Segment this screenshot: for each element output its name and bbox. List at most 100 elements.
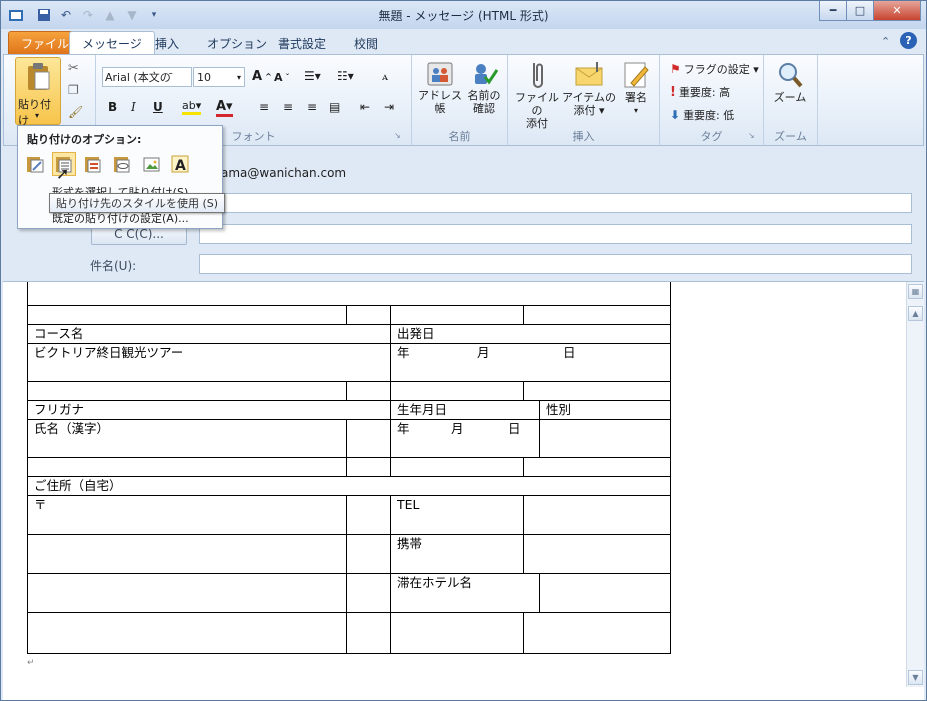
attach-item-button[interactable]: アイテムの 添付 ▾ [562,59,616,117]
numbering-icon[interactable]: ☷▾ [337,69,354,83]
clipboard-icon [24,62,52,92]
merge-formatting-icon[interactable] [81,152,105,176]
align-left-icon[interactable]: ≡ [259,100,269,114]
table-cell [523,534,671,574]
italic-icon[interactable]: I [131,100,136,114]
collapse-ribbon-icon[interactable]: ⌃ [881,35,890,48]
justify-icon[interactable]: ▤ [329,100,340,114]
paste-link-icon[interactable] [110,152,134,176]
course-name-cell: コース名 [27,324,391,344]
copy-icon[interactable]: ❐ [68,83,79,97]
svg-text:A: A [175,158,186,174]
table-cell [27,573,347,613]
insert-group-label: 挿入 [572,130,595,143]
cut-icon[interactable]: ✂ [68,61,79,76]
title-bar: ↶ ↷ ▲ ▼ ▾ 無題 - メッセージ (HTML 形式) ━ □ ✕ [1,1,926,29]
table-cell [523,305,671,325]
bullets-icon[interactable]: ☰▾ [304,69,321,83]
font-size-select[interactable]: 10 ▾ [193,67,245,87]
birthdate-value-cell: 年 月 日 [390,419,540,458]
bold-icon[interactable]: B [108,100,117,114]
align-right-icon[interactable]: ≡ [307,100,317,114]
check-names-label-2: 確認 [473,102,495,115]
keep-text-only-icon[interactable]: A [168,152,192,176]
increase-indent-icon[interactable]: ⇥ [384,100,394,114]
tags-dialog-launcher-icon[interactable]: ↘ [748,131,755,140]
tab-insert[interactable]: 挿入 [143,31,191,55]
message-body[interactable]: ▦ ▲ ▼ コース名 出発日 ビクトリア終日観光ツアー 年 月 日 フリガナ 生… [3,281,924,700]
help-icon[interactable]: ? [900,32,917,49]
scroll-down-button[interactable]: ▼ [908,670,923,685]
signature-icon [621,59,651,91]
font-dialog-launcher-icon[interactable]: ↘ [394,131,401,140]
table-cell [346,573,391,613]
close-button[interactable]: ✕ [873,1,921,21]
signature-button[interactable]: 署名 ▾ [618,59,654,117]
attach-file-button[interactable]: ファイルの 添付 [512,59,562,130]
paste-options-popup: 貼り付けのオプション: A 形式を選択して貼り付け(S)... 既定の貼り付けの… [17,125,223,229]
table-row [27,282,671,306]
paste-button[interactable]: 貼り付け ▾ [15,57,61,127]
check-names-label-1: 名前の [467,89,501,102]
highlight-icon[interactable]: ab▾ [182,99,202,115]
table-cell [27,457,347,477]
mobile-label: 携帯 [397,536,423,551]
importance-high-button[interactable]: ! 重要度: 高 [670,84,730,100]
importance-low-label: 重要度: 低 [683,109,735,122]
dep-year-text: 年 [397,345,410,360]
subject-label: 件名(U): [90,259,137,273]
importance-low-button[interactable]: ⬇ 重要度: 低 [670,107,734,123]
tab-message[interactable]: メッセージ [69,31,155,55]
tooltip: 貼り付け先のスタイルを使用 (S) [49,193,226,213]
zoom-label: ズーム [773,91,807,104]
course-name-label: コース名 [34,326,84,341]
name-kanji-cell: 氏名（漢字） [27,419,347,458]
shrink-font-icon[interactable]: Aˇ [274,71,290,84]
align-center-icon[interactable]: ≡ [283,100,293,114]
table-cell [523,457,671,477]
clear-format-icon[interactable]: ꭺ [382,69,388,84]
table-cell [346,381,391,401]
birth-year-text: 年 [397,421,410,436]
tab-format[interactable]: 書式設定 [266,31,338,55]
minimize-button[interactable]: ━ [819,1,847,21]
dep-month-text: 月 [477,345,490,360]
birth-month-text: 月 [451,421,464,436]
chevron-down-icon: ▾ [633,106,638,115]
window-title: 無題 - メッセージ (HTML 形式) [378,9,549,23]
address-book-icon [425,59,455,89]
decrease-indent-icon[interactable]: ⇤ [360,100,370,114]
paste-picture-icon[interactable] [139,152,163,176]
birthdate-cell: 生年月日 [390,400,540,420]
font-name-select[interactable]: Arial (本文の̄ [102,67,192,87]
furigana-label: フリガナ [34,402,85,417]
postal-label: 〒 [34,497,47,512]
check-names-button[interactable]: 名前の 確認 [462,59,506,115]
underline-icon[interactable]: U [153,100,163,114]
font-color-icon[interactable]: A▾ [216,99,233,117]
keep-source-formatting-icon[interactable] [23,152,47,176]
follow-up-flag-button[interactable]: ⚑ フラグの設定 ▾ [670,61,759,77]
font-size-value: 10 [197,70,211,84]
format-painter-icon[interactable]: 🖌 [68,105,83,119]
name-kanji-label: 氏名（漢字） [34,421,110,436]
cc-field[interactable] [199,224,912,244]
birth-day-text: 日 [508,421,521,436]
maximize-button[interactable]: □ [846,1,874,21]
table-cell [346,534,391,574]
vertical-scrollbar[interactable]: ▦ ▲ ▼ [906,282,924,687]
subject-field[interactable] [199,254,912,274]
exclamation-icon: ! [670,84,676,100]
table-cell [27,612,347,654]
address-book-button[interactable]: アドレス帳 [418,59,462,115]
grow-font-icon[interactable]: A ^ [252,69,272,84]
table-cell [523,495,671,535]
importance-high-label: 重要度: 高 [678,86,731,99]
departure-date-value-cell: 年 月 日 [390,343,671,382]
zoom-button[interactable]: ズーム [768,59,812,104]
ruler-toggle-icon[interactable]: ▦ [908,284,923,299]
scroll-up-button[interactable]: ▲ [908,306,923,321]
to-field[interactable] [199,193,912,213]
to-recipient-text: ama@wanichan.com [221,166,347,180]
tab-review[interactable]: 校閲 [342,31,390,55]
